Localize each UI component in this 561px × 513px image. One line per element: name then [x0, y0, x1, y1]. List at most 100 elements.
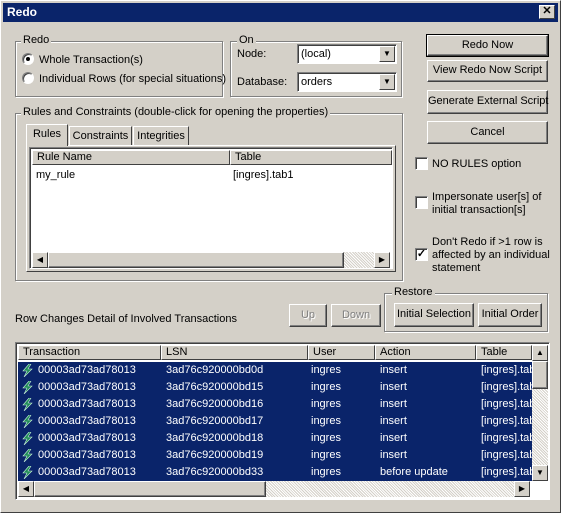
column-header-lsn[interactable]: LSN [161, 345, 308, 360]
table-row[interactable]: 00003ad73ad78013 3ad76c920000bd19 ingres in… [18, 447, 536, 464]
impersonate-checkbox[interactable] [415, 196, 428, 209]
table-row[interactable]: 00003ad73ad78013 3ad76c920000bd17 ingres in… [18, 413, 536, 430]
dont-redo-label-line3[interactable]: statement [432, 262, 480, 275]
user-cell: ingres [311, 398, 341, 410]
scroll-left-icon[interactable]: ◀ [32, 252, 48, 268]
tab-constraints[interactable]: Constraints [69, 126, 132, 146]
restore-group-label: Restore [392, 286, 435, 299]
impersonate-label-line1[interactable]: Impersonate user[s] of [432, 191, 541, 204]
table-row[interactable]: 00003ad73ad78013 3ad76c920000bd0d ingres in… [18, 362, 535, 379]
up-button[interactable]: Up [289, 304, 327, 327]
transaction-cell: 00003ad73ad78013 [38, 466, 136, 478]
lightning-icon [22, 364, 33, 377]
individual-rows-label[interactable]: Individual Rows (for special situations) [39, 73, 226, 86]
column-header-user[interactable]: User [308, 345, 375, 360]
title-bar[interactable]: Redo ✕ [3, 3, 558, 22]
initial-selection-button[interactable]: Initial Selection [394, 303, 474, 327]
action-cell: insert [380, 449, 407, 461]
tab-integrities[interactable]: Integrities [133, 126, 189, 146]
dont-redo-label-line2[interactable]: affected by an individual [432, 249, 550, 262]
table-row[interactable]: 00003ad73ad78013 3ad76c920000bd15 ingres in… [18, 379, 536, 396]
column-header-table[interactable]: Table [476, 345, 532, 360]
horizontal-scrollbar-thumb[interactable] [34, 481, 266, 497]
node-label: Node: [237, 48, 267, 60]
table-cell: [ingres].tab [481, 415, 536, 427]
whole-transaction-radio[interactable] [22, 53, 34, 65]
table-row[interactable]: 00003ad73ad78013 3ad76c920000bd16 ingres in… [18, 396, 536, 413]
no-rules-label[interactable]: NO RULES option [432, 158, 521, 171]
lsn-cell: 3ad76c920000bd16 [166, 398, 264, 410]
down-button[interactable]: Down [331, 304, 381, 327]
vertical-scrollbar-thumb[interactable] [532, 361, 548, 389]
user-cell: ingres [311, 432, 341, 444]
lsn-cell: 3ad76c920000bd18 [166, 432, 264, 444]
close-button[interactable]: ✕ [539, 5, 555, 19]
transactions-list[interactable]: Transaction LSN User Action Table 00003a… [15, 342, 550, 500]
user-cell: ingres [311, 364, 341, 376]
database-value: orders [301, 76, 333, 88]
scroll-right-icon[interactable]: ▶ [514, 481, 530, 497]
lightning-icon [22, 398, 33, 411]
scroll-left-icon[interactable]: ◀ [18, 481, 34, 497]
scroll-right-icon[interactable]: ▶ [374, 252, 390, 268]
no-rules-checkbox[interactable] [415, 157, 428, 170]
rules-constraints-label: Rules and Constraints (double-click for … [21, 106, 331, 119]
action-cell: insert [380, 398, 407, 410]
initial-order-button[interactable]: Initial Order [478, 303, 542, 327]
scroll-down-icon[interactable]: ▼ [532, 465, 548, 481]
dont-redo-label-line1[interactable]: Don't Redo if >1 row is [432, 236, 543, 249]
column-header-table[interactable]: Table [230, 150, 392, 165]
action-cell: insert [380, 381, 407, 393]
rule-name-cell[interactable]: my_rule [36, 169, 75, 182]
chevron-down-icon[interactable]: ▼ [379, 74, 395, 90]
database-combo[interactable]: orders ▼ [297, 72, 397, 92]
user-cell: ingres [311, 381, 341, 393]
redo-now-button[interactable]: Redo Now [426, 34, 549, 57]
transaction-cell: 00003ad73ad78013 [38, 449, 136, 461]
node-combo[interactable]: (local) ▼ [297, 44, 397, 64]
transaction-cell: 00003ad73ad78013 [38, 364, 136, 376]
lightning-icon [22, 415, 33, 428]
lsn-cell: 3ad76c920000bd0d [166, 364, 264, 376]
chevron-down-icon[interactable]: ▼ [379, 46, 395, 62]
column-header-action[interactable]: Action [375, 345, 476, 360]
dont-redo-checkbox[interactable]: ✓ [415, 248, 428, 261]
checkmark-icon: ✓ [416, 248, 427, 260]
action-cell: before update [380, 466, 448, 478]
column-header-rule-name[interactable]: Rule Name [32, 150, 230, 165]
user-cell: ingres [311, 466, 341, 478]
on-group-label: On [237, 34, 256, 47]
lsn-cell: 3ad76c920000bd19 [166, 449, 264, 461]
table-row[interactable]: 00003ad73ad78013 3ad76c920000bd18 ingres in… [18, 430, 536, 447]
rule-table-cell[interactable]: [ingres].tab1 [233, 169, 294, 182]
lsn-cell: 3ad76c920000bd17 [166, 415, 264, 427]
cancel-button[interactable]: Cancel [427, 121, 548, 144]
scroll-up-icon[interactable]: ▲ [532, 345, 548, 361]
horizontal-scrollbar-thumb[interactable] [48, 252, 344, 268]
generate-external-script-button[interactable]: Generate External Script [427, 90, 548, 114]
redo-dialog: Redo ✕ Redo Whole Transaction(s) Individ… [0, 0, 561, 513]
table-cell: [ingres].tab [481, 381, 536, 393]
redo-group-label: Redo [21, 34, 52, 47]
action-cell: insert [380, 415, 407, 427]
column-header-transaction[interactable]: Transaction [18, 345, 161, 360]
individual-rows-radio[interactable] [22, 72, 34, 84]
transaction-cell: 00003ad73ad78013 [38, 381, 136, 393]
table-cell: [ingres].tab [481, 466, 536, 478]
tab-rules[interactable]: Rules [26, 124, 68, 146]
lightning-icon [22, 449, 33, 462]
rules-list[interactable]: Rule Name Table my_rule [ingres].tab1 ◀ … [29, 147, 393, 269]
table-cell: [ingres].tab [481, 398, 536, 410]
node-value: (local) [301, 48, 331, 60]
database-label: Database: [237, 76, 288, 88]
radio-dot-icon [26, 57, 30, 61]
table-row[interactable]: 00003ad73ad78013 3ad76c920000bd33 ingres be… [18, 464, 536, 481]
table-cell: [ingres].tab [481, 432, 536, 444]
lsn-cell: 3ad76c920000bd15 [166, 381, 264, 393]
impersonate-label-line2[interactable]: initial transaction[s] [432, 204, 526, 217]
table-cell: [ingres].tab [481, 449, 536, 461]
whole-transaction-label[interactable]: Whole Transaction(s) [39, 54, 143, 67]
user-cell: ingres [311, 415, 341, 427]
action-cell: insert [380, 432, 407, 444]
view-redo-script-button[interactable]: View Redo Now Script [427, 60, 548, 82]
